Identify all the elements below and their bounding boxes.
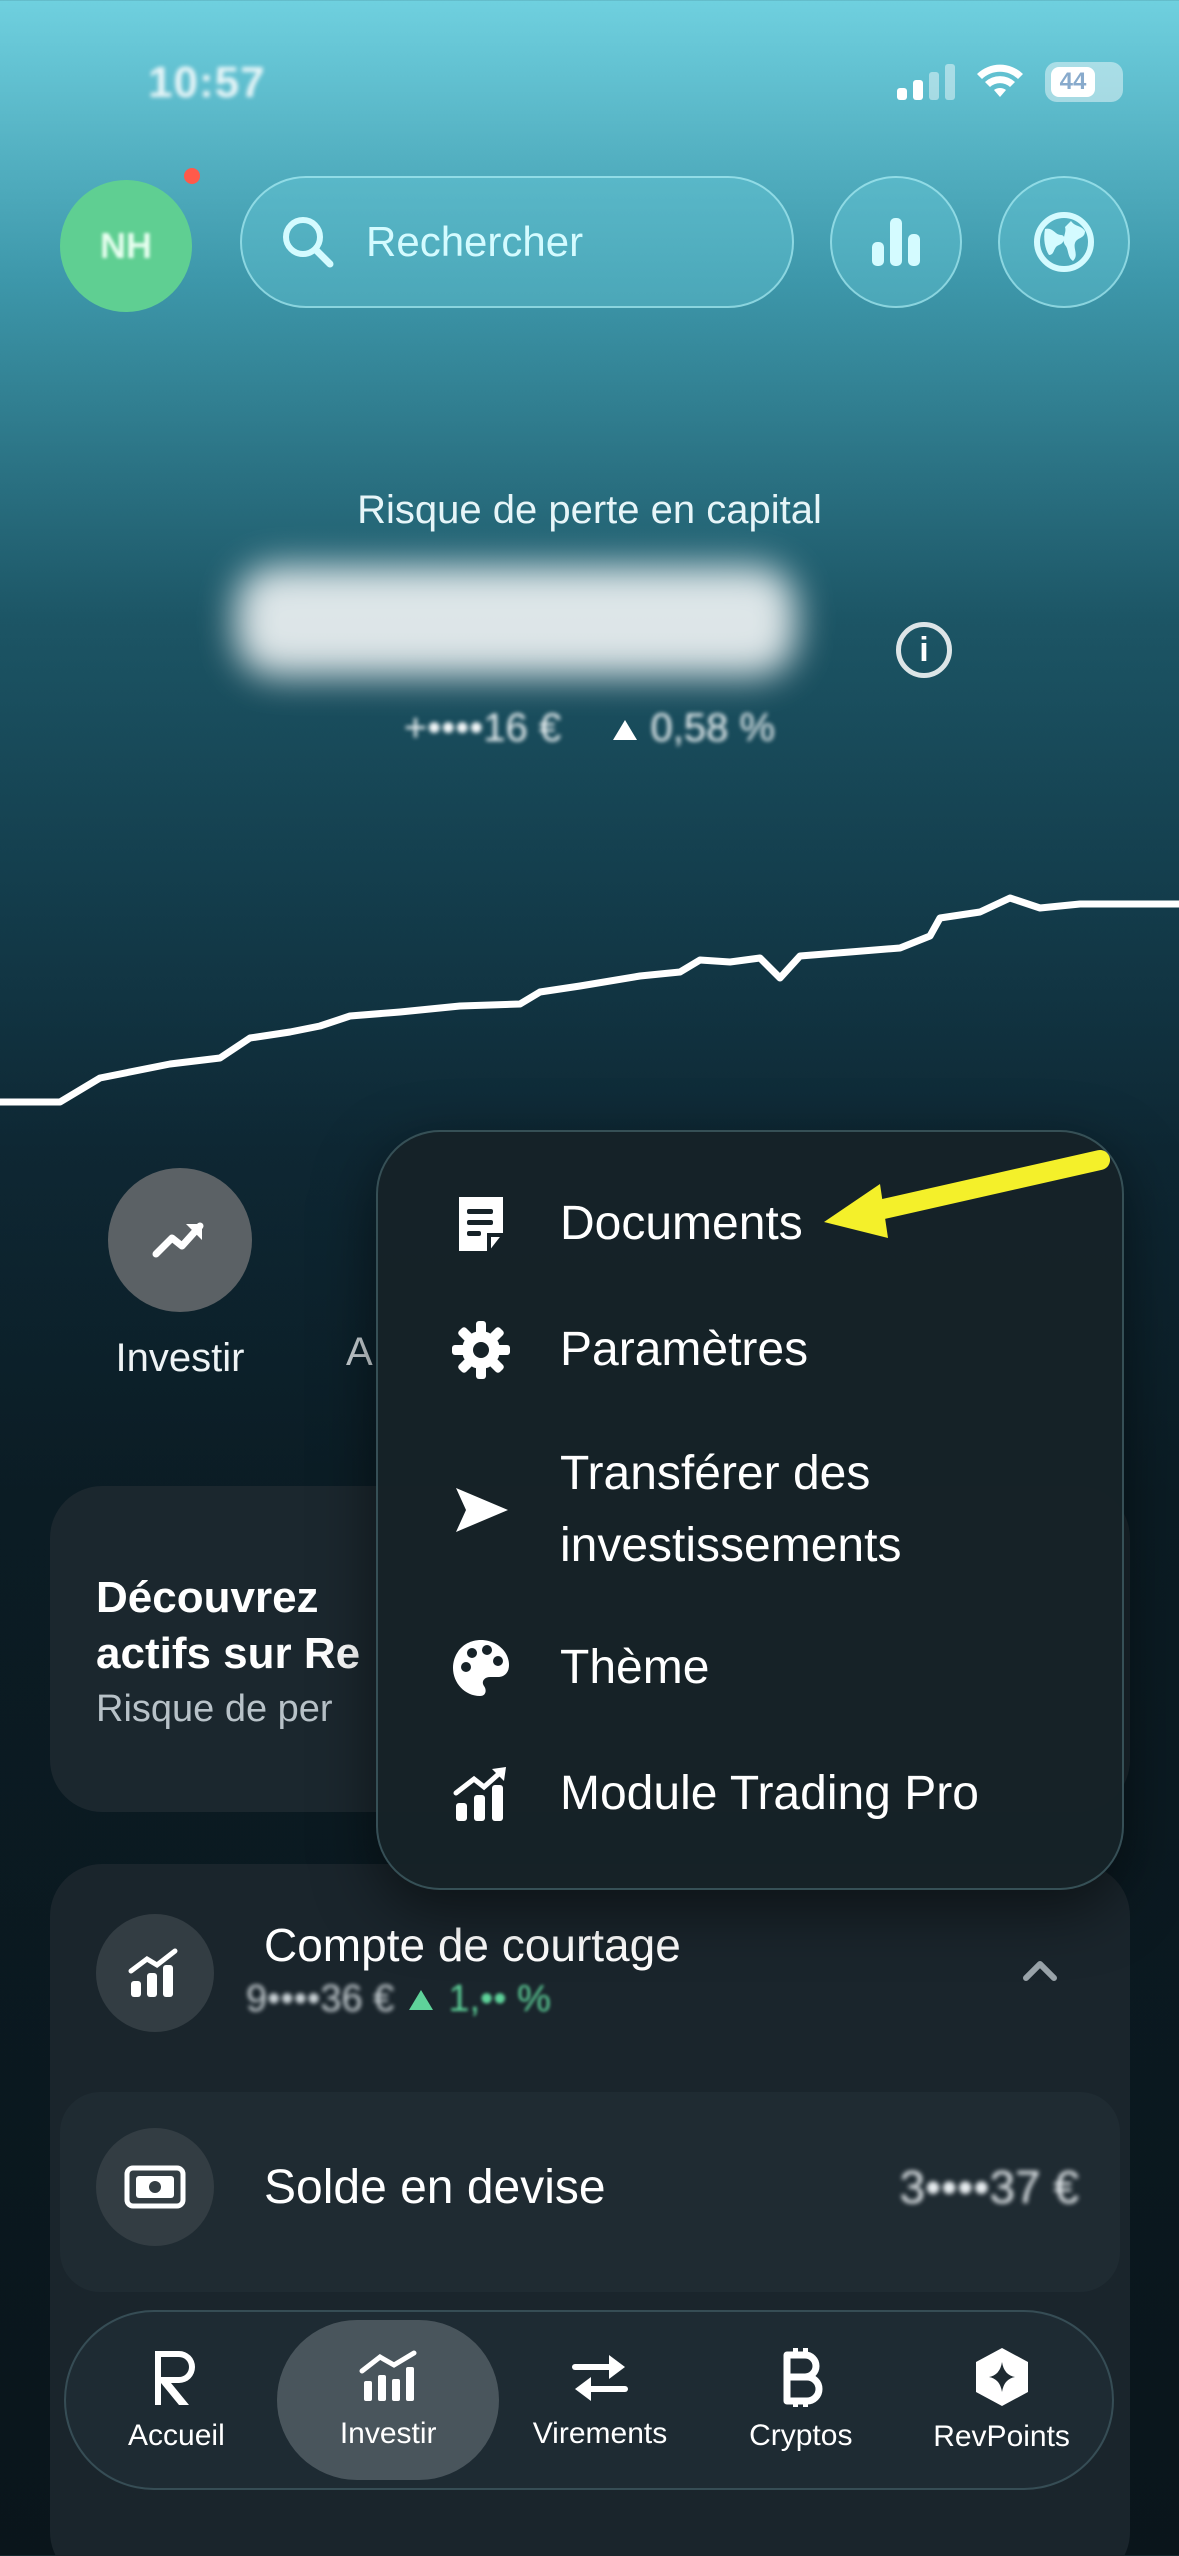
menu-label-documents: Documents bbox=[560, 1197, 803, 1250]
brokerage-title[interactable]: Compte de courtage bbox=[264, 1918, 681, 1972]
triangle-up-icon bbox=[613, 720, 638, 741]
menu-item-parametres[interactable]: Paramètres bbox=[448, 1314, 808, 1386]
invest-action-button[interactable] bbox=[108, 1168, 252, 1312]
currency-balance-amount: 3••••37 € bbox=[899, 2161, 1079, 2213]
triangle-up-green-icon bbox=[409, 1989, 434, 2010]
bar-chart-icon bbox=[872, 218, 920, 266]
globe-button[interactable] bbox=[998, 176, 1130, 308]
promo-subtitle: Risque de per bbox=[96, 1688, 333, 1730]
bitcoin-icon bbox=[783, 2348, 823, 2407]
portfolio-value-hidden bbox=[236, 566, 796, 676]
info-icon[interactable]: i bbox=[896, 622, 952, 678]
portfolio-change: +••••16 € 0,58 % bbox=[0, 706, 1179, 751]
nav-accueil-label: Accueil bbox=[128, 2419, 225, 2452]
chevron-up-icon[interactable] bbox=[1020, 1950, 1060, 1990]
nav-cryptos-label: Cryptos bbox=[749, 2419, 853, 2452]
promo-title: Découvrez actifs sur Re bbox=[96, 1573, 361, 1678]
nav-revpoints[interactable]: RevPoints bbox=[902, 2320, 1102, 2480]
search-bar[interactable]: Rechercher bbox=[240, 176, 794, 308]
menu-item-trading-pro[interactable]: Module Trading Pro bbox=[448, 1758, 979, 1830]
search-icon bbox=[283, 217, 334, 268]
bottom-nav: Accueil Investir Virements Cryptos RevPo… bbox=[64, 2310, 1114, 2490]
avatar-initials: NH bbox=[100, 225, 152, 266]
document-icon bbox=[448, 1191, 514, 1257]
menu-label-transferer: Transférer des investissements bbox=[560, 1447, 902, 1572]
signal-icon bbox=[897, 64, 955, 100]
portfolio-chart bbox=[0, 894, 1179, 1106]
nav-cryptos[interactable]: Cryptos bbox=[701, 2320, 901, 2480]
transfer-arrows-icon bbox=[571, 2355, 628, 2401]
nav-virements-label: Virements bbox=[532, 2417, 668, 2450]
send-icon bbox=[448, 1477, 514, 1543]
nav-revpoints-label: RevPoints bbox=[933, 2420, 1070, 2453]
battery-level: 44 bbox=[1051, 67, 1095, 97]
brokerage-value: 9••••36 € 1,•• % bbox=[246, 1978, 551, 2021]
nav-accueil[interactable]: Accueil bbox=[76, 2320, 276, 2480]
menu-item-transferer[interactable]: Transférer des investissements bbox=[448, 1438, 940, 1582]
brokerage-icon bbox=[96, 1914, 214, 2032]
revolut-r-icon bbox=[155, 2351, 196, 2405]
menu-item-theme[interactable]: Thème bbox=[448, 1632, 709, 1704]
invest-action-label: Investir bbox=[115, 1336, 245, 1380]
gear-icon bbox=[448, 1317, 514, 1383]
brokerage-change: 1,•• % bbox=[448, 1978, 551, 2020]
menu-label-parametres: Paramètres bbox=[560, 1323, 809, 1376]
banknote-icon bbox=[124, 2165, 186, 2209]
partial-action-label: A bbox=[346, 1330, 373, 1374]
trading-chart-icon bbox=[448, 1761, 514, 1827]
avatar[interactable]: NH bbox=[60, 180, 192, 312]
menu-item-documents[interactable]: Documents bbox=[448, 1188, 803, 1260]
nav-investir-label: Investir bbox=[339, 2417, 437, 2450]
menu-label-theme: Thème bbox=[560, 1641, 710, 1694]
menu-label-trading-pro: Module Trading Pro bbox=[560, 1767, 979, 1820]
change-percent: 0,58 % bbox=[650, 706, 776, 750]
change-amount: +••••16 € bbox=[403, 706, 562, 750]
risk-disclaimer: Risque de perte en capital bbox=[357, 488, 822, 532]
notification-dot bbox=[184, 168, 200, 184]
revpoints-icon bbox=[975, 2348, 1028, 2406]
trend-up-icon bbox=[152, 1222, 204, 1258]
wifi-icon bbox=[977, 64, 1023, 97]
nav-virements[interactable]: Virements bbox=[500, 2320, 700, 2480]
nav-investir[interactable]: Investir bbox=[277, 2320, 500, 2480]
search-placeholder: Rechercher bbox=[366, 218, 584, 265]
currency-balance-label: Solde en devise bbox=[264, 2161, 606, 2214]
brokerage-amount: 9••••36 € bbox=[246, 1978, 395, 2020]
battery-icon: 44 bbox=[1045, 62, 1123, 102]
status-icons: 44 bbox=[897, 62, 1123, 102]
portfolio-chart-line bbox=[0, 894, 1179, 1106]
cash-icon bbox=[96, 2128, 214, 2246]
annotation-arrow-icon bbox=[824, 1150, 1110, 1238]
invest-chart-icon bbox=[359, 2350, 417, 2401]
growth-chart-icon bbox=[128, 1948, 178, 1997]
status-time: 10:57 bbox=[148, 58, 266, 107]
analytics-button[interactable] bbox=[830, 176, 962, 308]
palette-icon bbox=[448, 1635, 514, 1701]
globe-icon bbox=[1034, 212, 1094, 272]
